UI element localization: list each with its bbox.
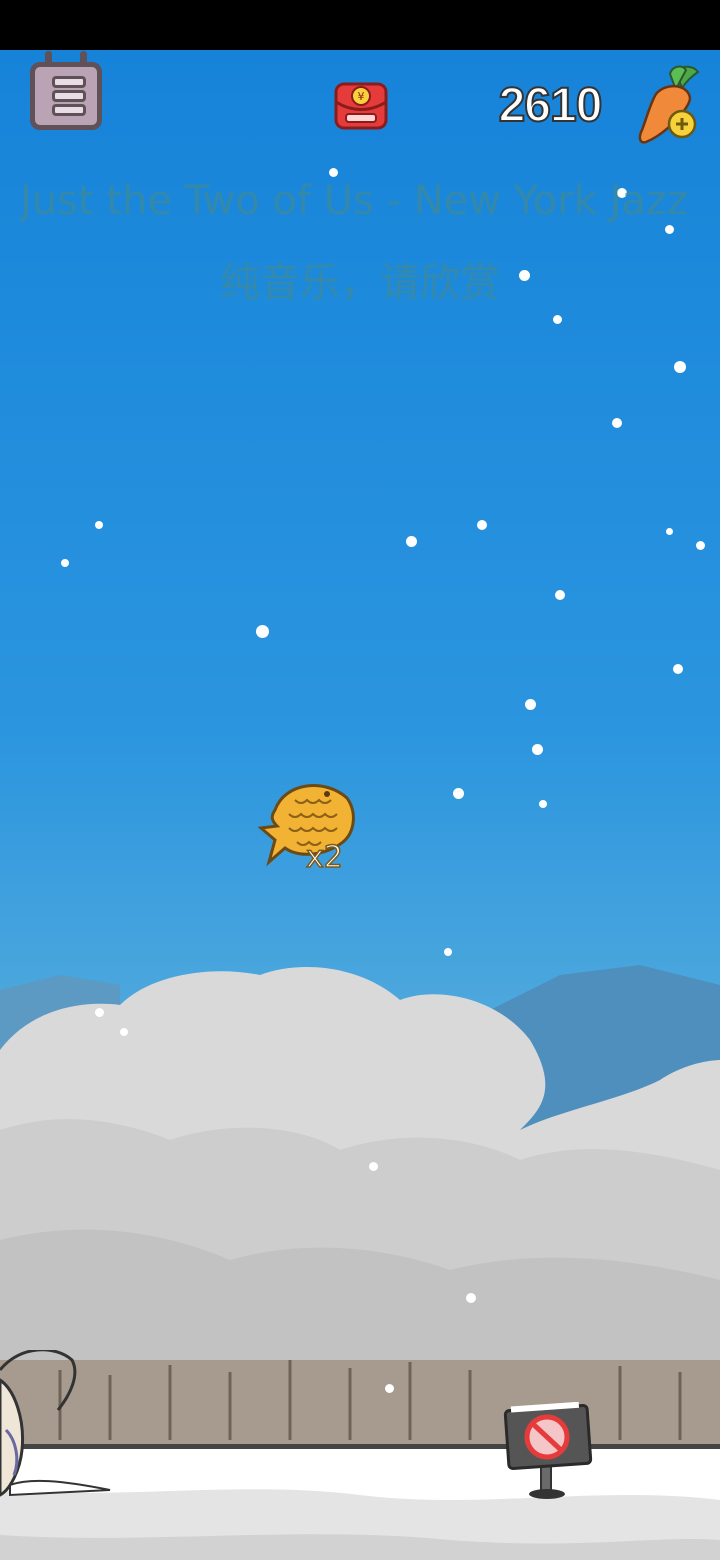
snowflake xyxy=(477,520,487,530)
song-subtitle: 纯音乐，请欣赏 xyxy=(220,260,500,306)
snowflake xyxy=(385,1384,394,1393)
snowflake xyxy=(444,948,452,956)
snowflake xyxy=(555,590,565,600)
menu-button[interactable] xyxy=(30,51,102,130)
snowflake xyxy=(532,744,543,755)
carrot-add-icon[interactable] xyxy=(636,64,706,146)
snowflake xyxy=(453,788,464,799)
snowflake xyxy=(539,800,547,808)
snowflake xyxy=(369,1162,378,1171)
score-counter: 2610 xyxy=(498,78,604,133)
red-envelope-icon[interactable]: ¥ xyxy=(332,80,390,132)
snowflake xyxy=(612,418,622,428)
menu-hook-right xyxy=(80,51,87,67)
menu-icon-bar xyxy=(52,76,86,88)
snowflake xyxy=(329,168,338,177)
snowflake xyxy=(696,541,705,550)
snowflake xyxy=(256,625,269,638)
snowflake xyxy=(525,699,536,710)
game-scene[interactable]: Just the Two of Us - New York Jazz 纯音乐，请… xyxy=(0,50,720,1560)
snowflake xyxy=(665,225,674,234)
snowflake xyxy=(61,559,69,567)
snowflake xyxy=(674,361,686,373)
no-entry-sign-icon[interactable] xyxy=(503,1402,595,1502)
snowflake xyxy=(120,1028,128,1036)
snowflake xyxy=(406,536,417,547)
status-bar xyxy=(0,0,720,50)
snowflake xyxy=(95,521,103,529)
menu-icon-bar xyxy=(52,90,86,102)
snowflake xyxy=(666,528,673,535)
menu-hook-left xyxy=(45,51,52,67)
snowflake xyxy=(553,315,562,324)
pickup-multiplier: x2 xyxy=(305,839,343,876)
red-envelope-symbol: ¥ xyxy=(358,90,365,103)
rabbit-character-icon[interactable] xyxy=(0,1350,120,1500)
snowflake xyxy=(673,664,683,674)
song-title: Just the Two of Us - New York Jazz xyxy=(20,178,688,224)
snowflake xyxy=(95,1008,104,1017)
snowflake xyxy=(466,1293,476,1303)
menu-icon-bar xyxy=(52,104,86,116)
